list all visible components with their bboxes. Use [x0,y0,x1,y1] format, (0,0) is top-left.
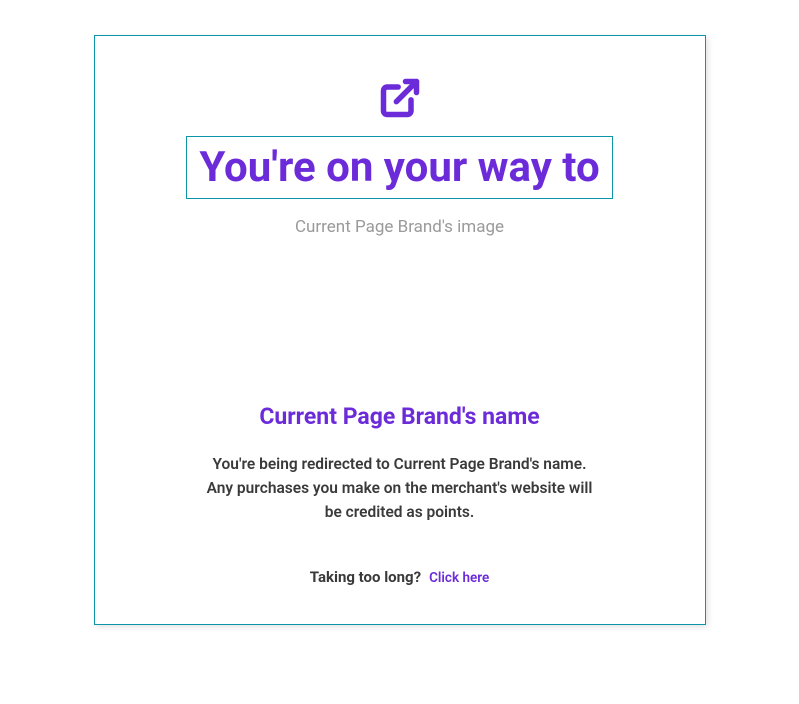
click-here-link[interactable]: Click here [429,570,489,586]
brand-name: Current Page Brand's name [259,403,539,430]
too-long-label: Taking too long? [310,568,421,586]
headline-container: You're on your way to [186,136,612,199]
headline-text: You're on your way to [199,143,599,192]
external-link-icon [378,76,422,124]
redirect-card: You're on your way to Current Page Brand… [94,35,706,625]
brand-image-placeholder: Current Page Brand's image [295,217,504,237]
footer-line: Taking too long? Click here [310,568,490,586]
redirect-message: You're being redirected to Current Page … [200,452,600,524]
